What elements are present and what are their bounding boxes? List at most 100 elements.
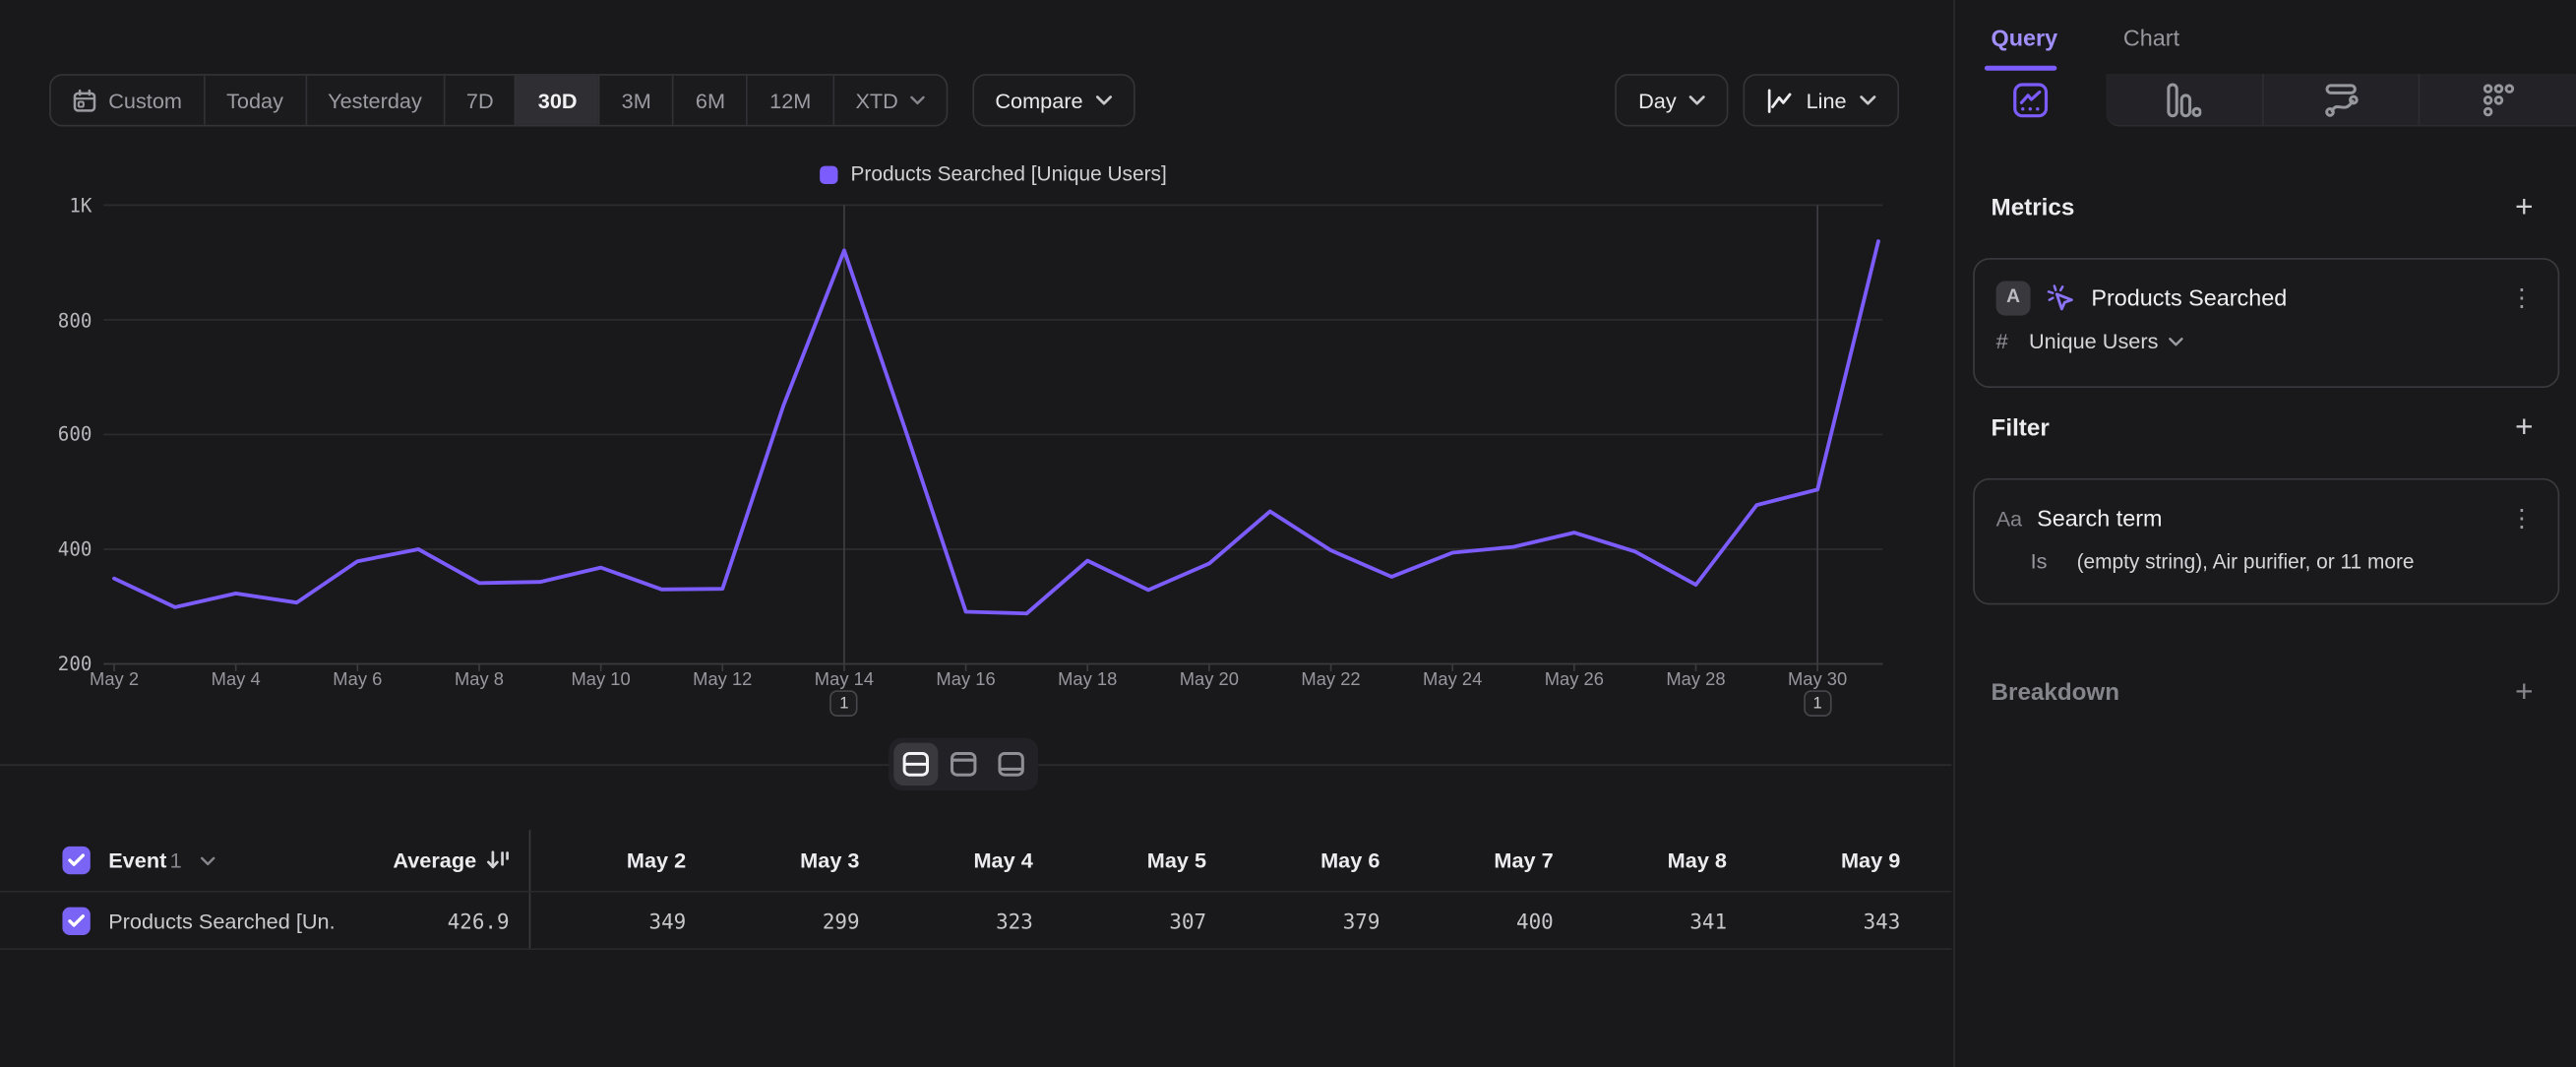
chevron-down-icon xyxy=(1860,95,1876,105)
chart-legend: Products Searched [Unique Users] xyxy=(103,162,1882,185)
event-count: 1 xyxy=(170,848,182,873)
y-axis-label: 600 xyxy=(17,423,92,446)
date-range-3m[interactable]: 3M xyxy=(598,76,672,125)
date-column-header[interactable]: May 6 xyxy=(1224,830,1397,891)
date-value-cell: 379 xyxy=(1224,893,1397,949)
string-property-icon: Aa xyxy=(1996,505,2023,530)
filter-condition-row[interactable]: Is (empty string), Air purifier, or 11 m… xyxy=(2008,535,2557,593)
report-type-retention-tab[interactable] xyxy=(2419,74,2576,125)
check-icon xyxy=(67,912,85,927)
layout-toggle-group xyxy=(889,738,1038,790)
metric-card-row: A Products Searched ⋮ xyxy=(1974,260,2557,316)
series-name-cell: Products Searched [Un... xyxy=(0,893,337,949)
annotation-badge[interactable]: 1 xyxy=(1804,690,1831,717)
report-type-funnel-tab[interactable] xyxy=(2106,74,2261,125)
date-range-6m[interactable]: 6M xyxy=(673,76,747,125)
report-type-raised-tabs xyxy=(2106,74,2576,126)
metric-aggregation-row[interactable]: # Unique Users xyxy=(1974,316,2557,373)
check-icon xyxy=(67,853,85,868)
date-range-label: 3M xyxy=(622,88,651,112)
date-column-header[interactable]: May 2 xyxy=(530,830,704,891)
line-chart-icon xyxy=(1767,88,1794,112)
date-value-cell: 343 xyxy=(1745,893,1918,949)
table-row: Products Searched [Un... 426.9 349299323… xyxy=(0,893,1951,950)
date-value-cell: 341 xyxy=(1571,893,1745,949)
date-range-yesterday[interactable]: Yesterday xyxy=(305,76,444,125)
retention-icon xyxy=(2481,82,2517,118)
date-range-today[interactable]: Today xyxy=(204,76,305,125)
tab-chart[interactable]: Chart xyxy=(2123,0,2179,74)
breakdown-table: Event1 Average May 2May 3May 4May 5May 6… xyxy=(0,830,1951,950)
legend-label: Products Searched [Unique Users] xyxy=(850,162,1166,185)
split-view-button[interactable] xyxy=(893,743,938,785)
table-only-view-button[interactable] xyxy=(989,743,1033,785)
average-value-cell: 426.9 xyxy=(337,893,530,949)
date-column-header[interactable]: May 9 xyxy=(1745,830,1918,891)
filter-value: (empty string), Air purifier, or 11 more xyxy=(2077,549,2415,572)
report-type-insights-tab[interactable] xyxy=(1955,74,2107,126)
date-range-7d[interactable]: 7D xyxy=(444,76,516,125)
filter-kebab-menu[interactable]: ⋮ xyxy=(2509,503,2534,533)
date-range-label: XTD xyxy=(855,88,897,112)
date-column-header[interactable]: May 8 xyxy=(1571,830,1745,891)
x-axis-label: May 14 xyxy=(787,670,902,690)
x-axis-label: May 24 xyxy=(1395,670,1510,690)
date-column-header[interactable]: May 7 xyxy=(1398,830,1571,891)
date-column-header[interactable]: May 5 xyxy=(1051,830,1224,891)
compare-button[interactable]: Compare xyxy=(972,74,1135,126)
aggregation-symbol: # xyxy=(1996,329,2018,353)
x-axis-label: May 16 xyxy=(908,670,1023,690)
date-range-label: Today xyxy=(226,88,283,112)
chart-only-view-button[interactable] xyxy=(942,743,986,785)
date-range-30d[interactable]: 30D xyxy=(515,76,598,125)
report-toolbar: Custom Today Yesterday 7D 30D 3M 6M12M XTD Comp… xyxy=(49,74,1899,126)
query-panel: Query Chart Metrics + xyxy=(1953,0,2576,1067)
add-breakdown-button[interactable]: + xyxy=(2515,677,2534,709)
select-all-checkbox[interactable] xyxy=(62,847,90,874)
tab-query[interactable]: Query xyxy=(1992,0,2058,74)
date-value-cell: 400 xyxy=(1398,893,1571,949)
x-axis-label: May 12 xyxy=(665,670,780,690)
event-cursor-icon xyxy=(2046,282,2077,313)
granularity-button[interactable]: Day xyxy=(1616,74,1729,126)
x-axis-label: May 22 xyxy=(1273,670,1388,690)
data-series-line[interactable] xyxy=(114,241,1878,613)
date-range-label: Custom xyxy=(108,88,182,112)
filter-section-header: Filter + xyxy=(1955,412,2576,444)
chart-only-view-icon xyxy=(950,751,977,778)
y-axis-label: 400 xyxy=(17,537,92,560)
filter-card[interactable]: Aa Search term ⋮ Is (empty string), Air … xyxy=(1972,478,2558,605)
date-range-xtd[interactable]: XTD xyxy=(832,76,946,125)
metric-card[interactable]: A Products Searched ⋮ # Unique Users xyxy=(1972,258,2558,388)
metric-name[interactable]: Products Searched xyxy=(2091,284,2494,311)
metric-kebab-menu[interactable]: ⋮ xyxy=(2509,282,2534,312)
date-range-12m[interactable]: 12M xyxy=(747,76,832,125)
chevron-down-icon xyxy=(1096,95,1113,105)
filter-card-row: Aa Search term ⋮ xyxy=(1974,480,2557,536)
flows-icon xyxy=(2323,82,2360,118)
chevron-down-icon xyxy=(910,95,925,105)
report-type-flows-tab[interactable] xyxy=(2261,74,2419,125)
add-metric-button[interactable]: + xyxy=(2515,192,2534,223)
date-value-cell: 307 xyxy=(1051,893,1224,949)
date-range-label: Yesterday xyxy=(328,88,422,112)
insights-report: Custom Today Yesterday 7D 30D 3M 6M12M XTD Comp… xyxy=(0,0,2576,1067)
average-header-cell[interactable]: Average xyxy=(337,830,530,891)
legend-swatch xyxy=(820,165,837,183)
funnel-icon xyxy=(2166,82,2202,118)
date-range-custom[interactable]: Custom xyxy=(51,76,204,125)
event-header-cell[interactable]: Event1 xyxy=(0,830,337,891)
filter-property-name[interactable]: Search term xyxy=(2037,505,2494,532)
date-column-header[interactable]: May 3 xyxy=(705,830,878,891)
average-value: 426.9 xyxy=(448,908,510,932)
chart-style-button[interactable]: Line xyxy=(1744,74,1899,126)
breakdown-section-header: Breakdown + xyxy=(1955,677,2576,709)
add-filter-button[interactable]: + xyxy=(2515,412,2534,444)
date-column-header[interactable]: May 4 xyxy=(878,830,1051,891)
date-value-cell: 323 xyxy=(878,893,1051,949)
annotation-badge[interactable]: 1 xyxy=(830,690,858,717)
metrics-section-header: Metrics + xyxy=(1955,192,2576,223)
series-checkbox[interactable] xyxy=(62,907,90,934)
date-range-label: 30D xyxy=(538,88,578,112)
table-header-row: Event1 Average May 2May 3May 4May 5May 6… xyxy=(0,830,1951,892)
